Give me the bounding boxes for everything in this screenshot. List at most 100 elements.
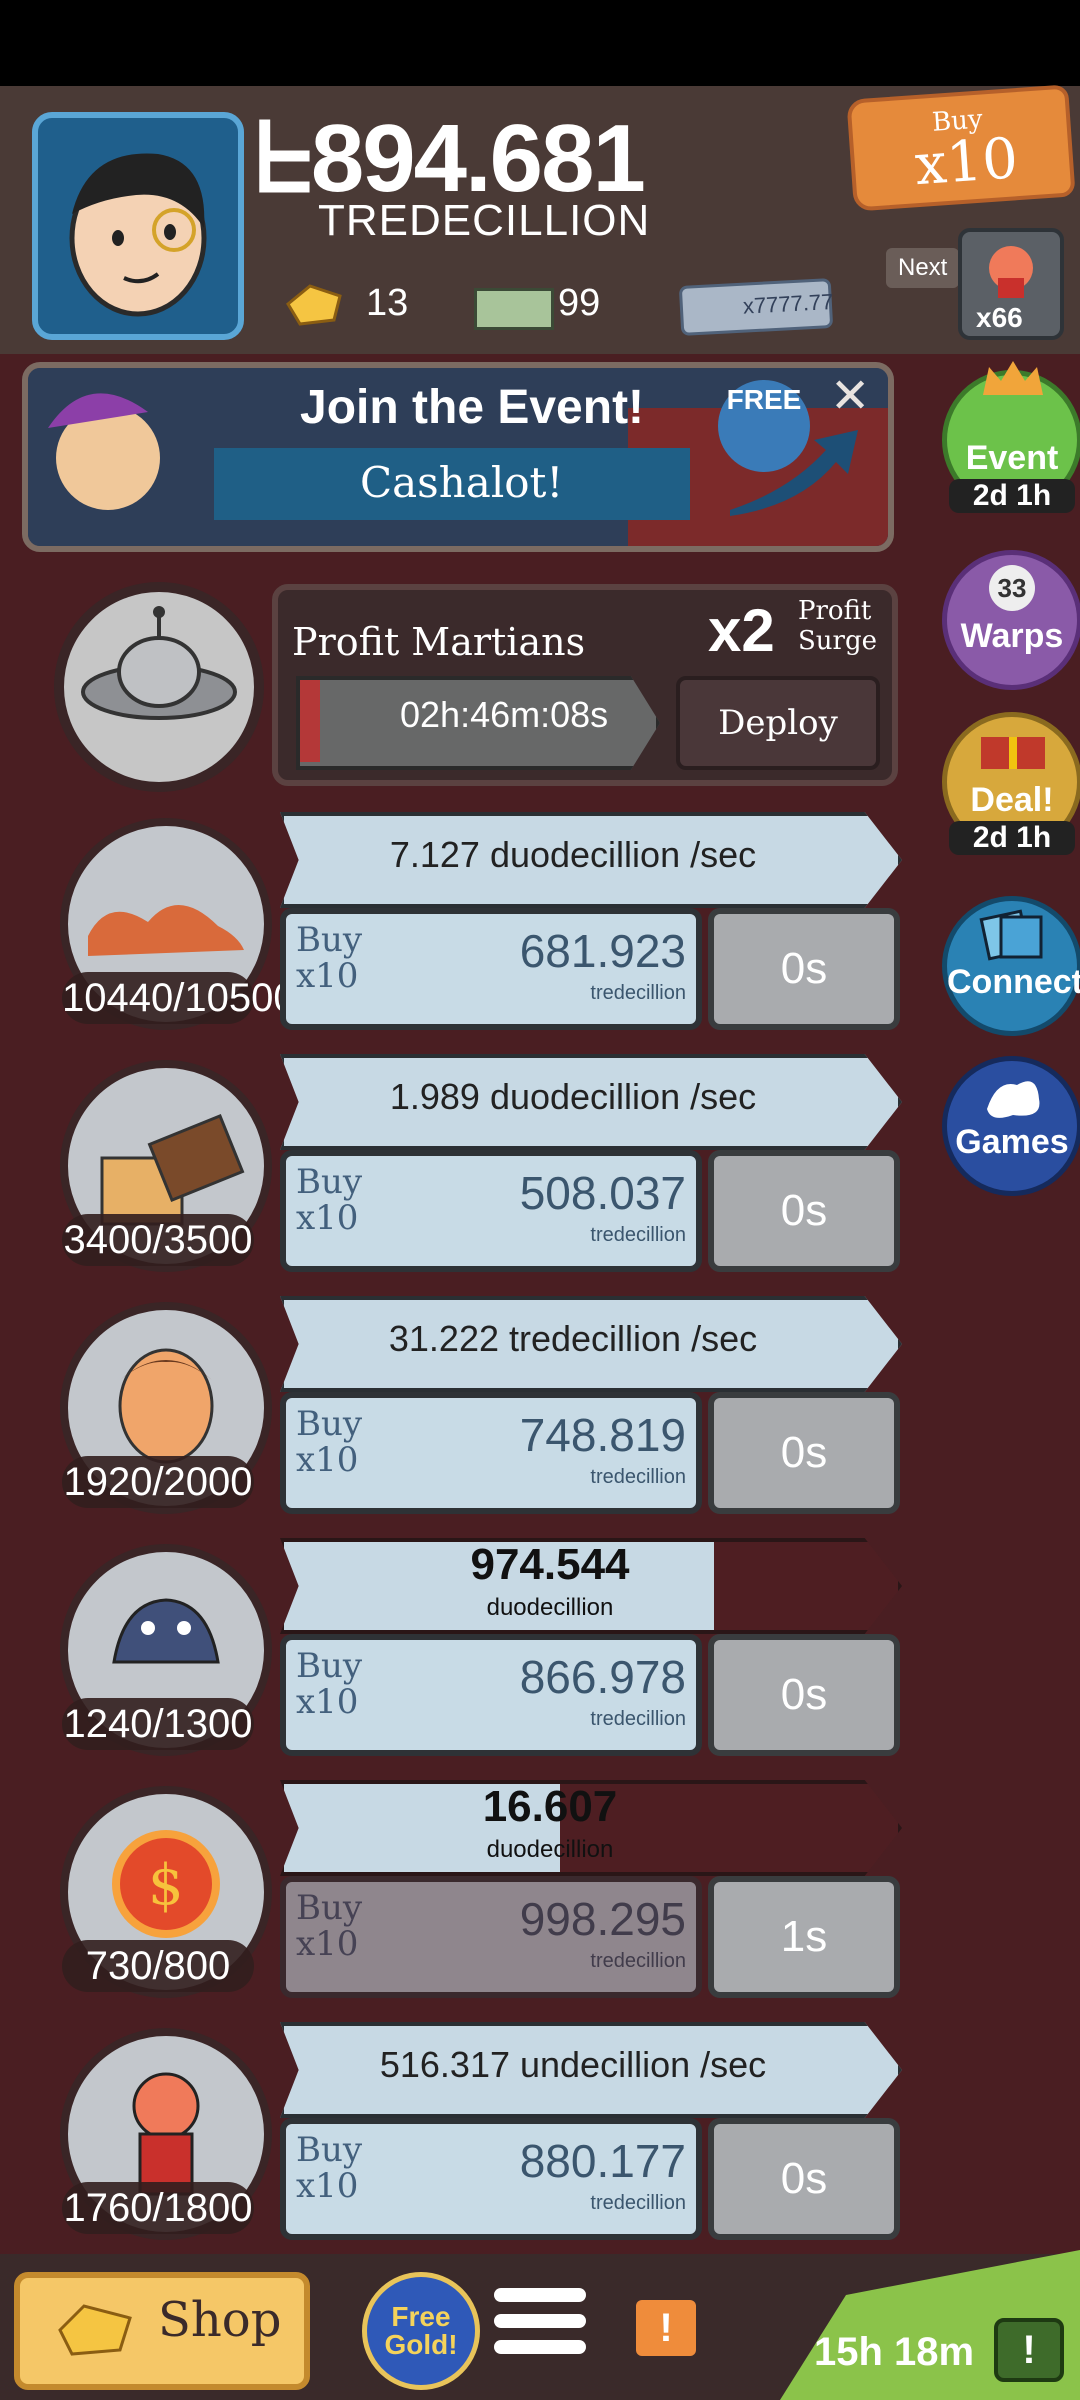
buy-cost-unit-3: tredecillion [590,1466,686,1488]
buy-label-small-2: Buy [296,1162,363,1202]
timer-button-5[interactable]: 1s [708,1876,900,1998]
free-badge-label: FREE [726,384,802,415]
buy-button-4[interactable]: Buy x10 866.978 tredecillion [280,1634,702,1756]
buy-button-5[interactable]: Buy x10 998.295 tredecillion [280,1876,702,1998]
timer-button-1[interactable]: 0s [708,908,900,1030]
business-count-4: 1240/1300 [62,1698,254,1750]
next-count: x66 [976,302,1023,333]
gift-icon [981,737,1045,769]
games-label: Games [955,1123,1069,1161]
buy-label-small-4: Buy [296,1646,363,1686]
gold-count: 13 [366,282,409,324]
menu-icon-line[interactable] [494,2340,586,2354]
ufo-icon[interactable] [54,582,264,792]
business-rate-2: 1.989 duodecillion /sec [389,1076,757,1117]
buy-button-2[interactable]: Buy x10 508.037 tredecillion [280,1150,702,1272]
buy-label-big-6: x10 [296,2166,359,2206]
shop-label: Shop [158,2292,282,2348]
free-gold-line2: Gold! [384,2329,458,2360]
business-count-5: 730/800 [62,1940,254,1992]
buy-button-3[interactable]: Buy x10 748.819 tredecillion [280,1392,702,1514]
close-icon[interactable]: ✕ [830,368,870,424]
connect-badge[interactable]: Connect [942,896,1080,1036]
martians-title: Profit Martians [292,620,586,664]
megabucks-icon [474,288,554,330]
buy-label-5: Buy x10 [296,1890,362,1962]
event-title: Join the Event! [300,381,645,434]
alert-icon[interactable]: ! [636,2300,696,2356]
next-label: Next [886,248,960,288]
warps-label: Warps [960,617,1064,655]
menu-icon-line[interactable] [494,2314,586,2328]
buy-button-6[interactable]: Buy x10 880.177 tredecillion [280,2118,702,2240]
buy-label-big-3: x10 [296,1440,359,1480]
buy-cost-1: 681.923 [519,925,686,977]
event-time: 2d 1h [949,479,1075,513]
deploy-button[interactable]: Deploy [676,676,880,770]
event-label: Event [965,439,1059,477]
business-progress-unit-5: duodecillion [486,1836,614,1863]
buy-cost-4: 866.978 [519,1651,686,1703]
buy-cost-unit-2: tredecillion [590,1224,686,1246]
event-subtitle: Cashalot! [360,458,564,507]
cash-note-label: x7777.77 [742,288,835,319]
cards-icon [979,909,1043,961]
buy-label-small-1: Buy [296,920,363,960]
buy-label-6: Buy x10 [296,2132,362,2204]
menu-icon-line[interactable] [494,2288,586,2302]
megabucks-count: 99 [558,282,601,324]
event-badge[interactable]: Event 2d 1h [942,361,1080,513]
timer-button-2[interactable]: 0s [708,1150,900,1272]
deal-badge[interactable]: Deal! 2d 1h [942,712,1080,855]
buy-cost-unit-1: tredecillion [590,982,686,1004]
buy-multiplier-button[interactable]: Buy x10 [846,84,1076,212]
timer-button-4[interactable]: 0s [708,1634,900,1756]
buy-cost-2: 508.037 [519,1167,686,1219]
status-bar [0,0,1080,86]
buy-label-small-3: Buy [296,1404,363,1444]
buy-cost-5: 998.295 [519,1893,686,1945]
martians-timer: 02h:46m:08s [400,694,609,735]
warps-count: 33 [989,565,1035,611]
buy-button-1[interactable]: Buy x10 681.923 tredecillion [280,908,702,1030]
buy-label-small-5: Buy [296,1888,363,1928]
deal-time: 2d 1h [949,821,1075,855]
buy-multiplier-big: x10 [912,126,1020,199]
business-rate-3: 31.222 tredecillion /sec [388,1318,758,1359]
timer-button-6[interactable]: 0s [708,2118,900,2240]
buy-label-3: Buy x10 [296,1406,362,1478]
buy-label-big-5: x10 [296,1924,359,1964]
bottom-timer: 15h 18m [814,2330,975,2374]
business-progress-value-4: 974.544 [470,1540,630,1589]
surge-label: Profit Surge [798,596,877,656]
business-rate-1: 7.127 duodecillion /sec [389,834,757,875]
buy-cost-unit-6: tredecillion [590,2192,686,2214]
buy-cost-unit-4: tredecillion [590,1708,686,1730]
tv-icon[interactable]: ! [994,2318,1064,2382]
business-progress-unit-4: duodecillion [486,1594,614,1621]
avatar[interactable] [32,112,244,340]
free-gold-button[interactable]: Free Gold! [362,2272,480,2390]
free-gold-line1: Free [391,2301,451,2332]
next-unlock-button[interactable]: x66 [958,228,1064,340]
business-rate-6: 516.317 undecillion /sec [379,2044,767,2085]
warps-badge[interactable]: 33 Warps [942,550,1080,690]
business-count-1: 10440/10500 [62,972,296,1024]
buy-cost-6: 880.177 [519,2135,686,2187]
martians-timer-fill [300,680,320,762]
crown-icon [983,361,1043,395]
buy-label-big-1: x10 [296,956,359,996]
surge-multiplier: x2 [708,597,775,664]
business-count-6: 1760/1800 [62,2182,254,2234]
games-badge[interactable]: Games [942,1056,1080,1196]
connect-label: Connect [947,963,1080,1001]
money-unit: TREDECILLION [318,196,651,245]
buy-label-1: Buy x10 [296,922,362,994]
deal-label: Deal! [970,781,1054,819]
surge-profit-label: Profit [798,596,872,626]
buy-label-4: Buy x10 [296,1648,362,1720]
timer-button-3[interactable]: 0s [708,1392,900,1514]
cash-note[interactable]: x7777.77 [678,278,835,336]
splat-icon [987,1081,1040,1118]
buy-label-2: Buy x10 [296,1164,362,1236]
